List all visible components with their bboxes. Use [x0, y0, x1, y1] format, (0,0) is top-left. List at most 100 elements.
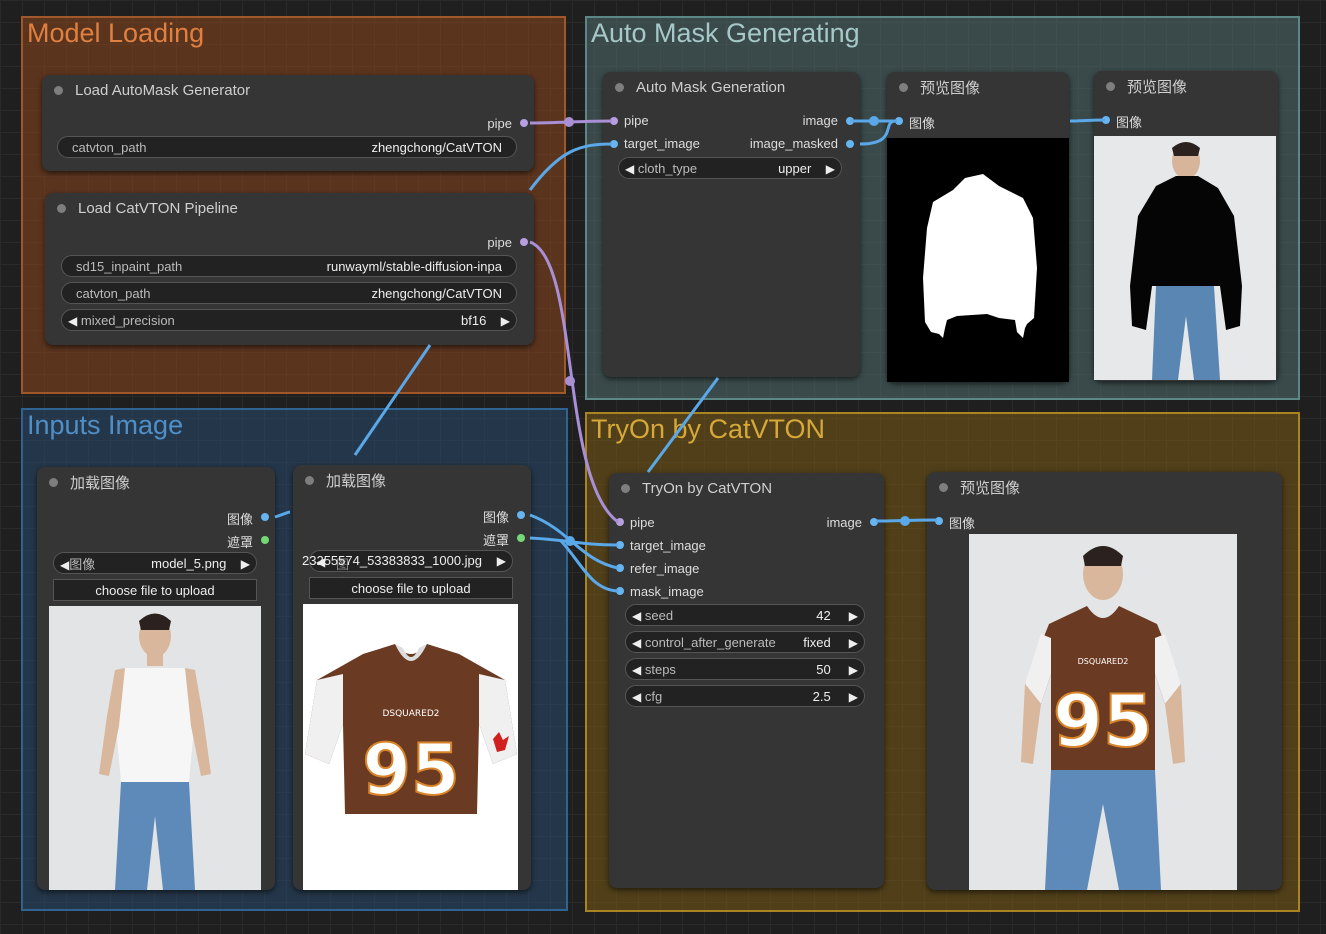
arrow-right-icon[interactable]: ▶ — [849, 609, 858, 623]
output-socket-image-masked[interactable] — [846, 140, 854, 148]
collapse-dot-icon[interactable] — [49, 477, 58, 487]
widget-image-select[interactable]: ◀图像 23255574_53383833_1000.jpg ▶ — [302, 550, 513, 591]
widget-label: control_after_generate — [644, 634, 776, 650]
node-load-image-cloth[interactable]: 加载图像 图像 遮罩 ◀图像 23255574_53383833_1000.jp… — [293, 465, 531, 890]
arrow-right-icon[interactable]: ▶ — [497, 554, 506, 568]
node-title: TryOn by CatVTON — [642, 479, 773, 497]
input-socket-target-image[interactable] — [610, 140, 618, 148]
widget-seed[interactable]: ◀ seed 42 ▶ — [625, 604, 865, 626]
choose-file-button[interactable]: choose file to upload — [309, 577, 513, 599]
input-socket-image[interactable] — [895, 117, 903, 125]
result-preview-image: DSQUARED2 95 — [969, 534, 1237, 890]
arrow-left-icon[interactable]: ◀ — [632, 636, 641, 650]
collapse-dot-icon[interactable] — [305, 475, 314, 485]
arrow-left-icon[interactable]: ◀ — [632, 663, 641, 677]
cloth-image: DSQUARED2 95 — [303, 604, 518, 890]
output-label-pipe: pipe — [487, 116, 512, 131]
node-title: Load CatVTON Pipeline — [78, 199, 238, 217]
input-socket-target-image[interactable] — [616, 541, 624, 549]
widget-mixed-precision[interactable]: ◀ mixed_precision bf16 ▶ — [61, 309, 517, 331]
widget-value: fixed — [803, 634, 831, 650]
output-socket-image[interactable] — [261, 513, 269, 521]
widget-cfg[interactable]: ◀ cfg 2.5 ▶ — [625, 685, 865, 707]
link-midpoint — [565, 376, 575, 386]
input-socket-refer-image[interactable] — [616, 564, 624, 572]
widget-label: mixed_precision — [80, 312, 175, 328]
widget-sd15-inpaint-path[interactable]: sd15_inpaint_path runwayml/stable-diffus… — [61, 255, 517, 277]
arrow-left-icon[interactable]: ◀ — [60, 558, 69, 572]
node-tryon-catvton[interactable]: TryOn by CatVTON pipe target_image refer… — [609, 473, 884, 888]
output-label-pipe: pipe — [487, 235, 512, 250]
svg-text:DSQUARED2: DSQUARED2 — [1078, 657, 1129, 666]
widget-catvton-path[interactable]: catvton_path zhengchong/CatVTON — [61, 282, 517, 304]
widget-image-select[interactable]: ◀图像 model_5.png ▶ — [53, 552, 257, 574]
node-load-catvton-pipeline[interactable]: Load CatVTON Pipeline pipe sd15_inpaint_… — [45, 193, 534, 345]
arrow-right-icon[interactable]: ▶ — [849, 636, 858, 650]
arrow-right-icon[interactable]: ▶ — [241, 557, 250, 571]
node-preview-result[interactable]: 预览图像 图像 DSQUARED2 95 — [927, 472, 1282, 890]
collapse-dot-icon[interactable] — [621, 483, 630, 493]
widget-label: 图像 — [69, 556, 96, 572]
arrow-left-icon[interactable]: ◀ — [68, 314, 77, 328]
model-person-illustration — [99, 613, 211, 890]
arrow-right-icon[interactable]: ▶ — [501, 314, 510, 328]
widget-steps[interactable]: ◀ steps 50 ▶ — [625, 658, 865, 680]
result-person-illustration: DSQUARED2 95 — [1021, 546, 1185, 890]
widget-cloth-type[interactable]: ◀ cloth_type upper ▶ — [618, 157, 842, 179]
group-title: Auto Mask Generating — [591, 18, 860, 48]
collapse-dot-icon[interactable] — [54, 85, 63, 95]
masked-person-illustration — [1130, 142, 1242, 380]
output-socket-mask[interactable] — [261, 536, 269, 544]
widget-label: cfg — [644, 688, 663, 704]
output-socket-pipe[interactable] — [520, 119, 528, 127]
mask-preview-image — [887, 138, 1069, 382]
output-label-mask: 遮罩 — [482, 533, 509, 548]
input-label-refer-image: refer_image — [630, 561, 700, 576]
collapse-dot-icon[interactable] — [1106, 81, 1115, 91]
input-socket-image[interactable] — [1102, 116, 1110, 124]
input-socket-pipe[interactable] — [616, 518, 624, 526]
arrow-right-icon[interactable]: ▶ — [826, 162, 835, 176]
arrow-right-icon[interactable]: ▶ — [849, 690, 858, 704]
output-socket-image[interactable] — [870, 518, 878, 526]
input-label-mask-image: mask_image — [630, 584, 704, 599]
svg-text:DSQUARED2: DSQUARED2 — [382, 709, 439, 719]
output-socket-image[interactable] — [517, 511, 525, 519]
node-load-automask-generator[interactable]: Load AutoMask Generator pipe catvton_pat… — [42, 75, 534, 171]
input-socket-image[interactable] — [935, 517, 943, 525]
output-socket-image[interactable] — [846, 117, 854, 125]
collapse-dot-icon[interactable] — [57, 203, 66, 213]
widget-value: upper — [778, 160, 812, 176]
node-load-image-model[interactable]: 加载图像 图像 遮罩 ◀图像 model_5.png ▶ choose file… — [37, 467, 275, 890]
output-label-image: image — [826, 515, 862, 530]
widget-control-after-generate[interactable]: ◀ control_after_generate fixed ▶ — [625, 631, 865, 653]
output-socket-pipe[interactable] — [520, 238, 528, 246]
arrow-left-icon[interactable]: ◀ — [625, 162, 634, 176]
jersey-illustration: DSQUARED2 95 — [305, 644, 517, 814]
output-label-image: 图像 — [226, 512, 253, 527]
output-label-image: image — [802, 113, 838, 128]
collapse-dot-icon[interactable] — [615, 82, 624, 92]
collapse-dot-icon[interactable] — [939, 482, 948, 492]
arrow-left-icon[interactable]: ◀ — [632, 690, 641, 704]
node-title: 预览图像 — [1127, 78, 1188, 96]
collapse-dot-icon[interactable] — [899, 82, 908, 92]
input-socket-mask-image[interactable] — [616, 587, 624, 595]
output-label-image-masked: image_masked — [749, 136, 838, 151]
choose-file-button[interactable]: choose file to upload — [53, 579, 257, 601]
mask-shape — [923, 174, 1037, 338]
node-title: 预览图像 — [920, 79, 981, 97]
arrow-left-icon[interactable]: ◀ — [632, 609, 641, 623]
widget-catvton-path[interactable]: catvton_path zhengchong/CatVTON — [57, 136, 517, 158]
input-label-pipe: pipe — [630, 515, 655, 530]
input-socket-pipe[interactable] — [610, 117, 618, 125]
model-image — [49, 606, 261, 890]
node-preview-mask[interactable]: 预览图像 图像 — [887, 72, 1069, 382]
svg-text:95: 95 — [362, 729, 459, 811]
node-auto-mask-generation[interactable]: Auto Mask Generation pipe target_image i… — [603, 72, 860, 377]
node-title: 预览图像 — [960, 479, 1021, 497]
widget-value: bf16 — [461, 312, 487, 328]
output-socket-mask[interactable] — [517, 534, 525, 542]
node-preview-masked[interactable]: 预览图像 图像 — [1094, 71, 1278, 381]
arrow-right-icon[interactable]: ▶ — [849, 663, 858, 677]
